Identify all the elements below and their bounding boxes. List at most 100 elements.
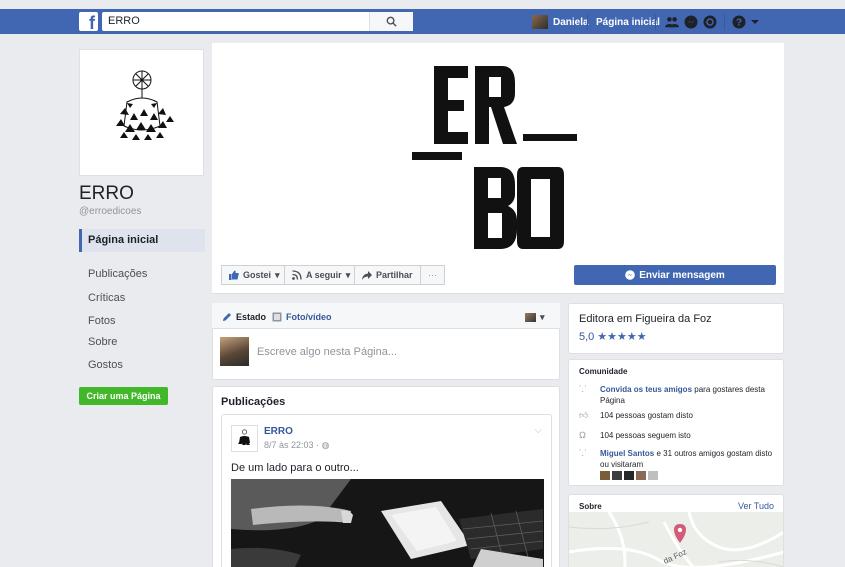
facebook-logo-icon[interactable]: f [79,12,98,31]
sidebar-item-posts[interactable]: Publicações [79,268,205,280]
sidebar-item-likes[interactable]: Gostos [79,359,205,371]
create-page-button[interactable]: Criar uma Página [79,387,168,405]
friends-icon: ⸪ [579,448,587,458]
profile-link[interactable]: Daniela [532,15,589,29]
post-as-selector[interactable]: ▾ [525,312,545,323]
share-label: Partilhar [376,270,413,280]
invite-friends-link[interactable]: Convida os teus amigos [600,385,692,394]
tab-status[interactable]: Estado [222,312,266,322]
search-icon [386,16,397,27]
send-message-button[interactable]: Enviar mensagem [574,265,776,285]
friend-requests-icon[interactable] [665,15,679,29]
profile-illustration-icon [238,429,250,445]
pencil-icon [223,313,231,321]
sidebar-item-photos[interactable]: Fotos [79,315,205,327]
send-message-label: Enviar mensagem [639,269,725,281]
friends-liked-row: ⸪ Miguel Santos e 31 outros amigos gosta… [579,448,780,481]
notifications-icon[interactable] [703,15,717,29]
location-map[interactable]: da Foz [569,512,783,567]
rss-follow-icon [292,270,302,280]
posts-heading: Publicações [221,396,286,408]
star-rating-icon: ★★★★★ [597,331,647,343]
rating-value: 5,0 [579,330,595,343]
chevron-down-icon: ▾ [275,269,280,280]
photo-hands-icon [231,479,544,567]
chevron-down-icon[interactable] [750,15,760,29]
avatar [525,313,536,322]
share-button[interactable]: Partilhar [354,265,421,285]
likes-count-row: 👍︎ 104 pessoas gostam disto [579,410,693,421]
composer-input[interactable]: Escreve algo nesta Página... [257,346,397,358]
like-button[interactable]: Gostei ▾ [221,265,288,285]
friend-avatar[interactable] [648,471,658,481]
sidebar-item-home[interactable]: Página inicial [79,229,205,252]
messenger-icon [625,270,635,280]
sidebar-item-label: Página inicial [88,234,159,246]
sidebar-item-label: Fotos [88,315,116,327]
divider [655,14,656,30]
photo-icon [272,312,282,322]
sidebar-item-reviews[interactable]: Críticas [79,292,205,304]
invite-people-icon: ⸪ [579,384,587,394]
post-timestamp[interactable]: 8/7 às 22:03 · ◍ [264,440,329,451]
divider [724,14,725,30]
page-category: Editora em Figueira da Foz [579,313,712,325]
post-card: ERRO 8/7 às 22:03 · ◍ ⌵ De um lado para … [221,414,552,567]
see-all-link[interactable]: Ver Tudo [738,501,774,511]
svg-text:?: ? [736,18,742,29]
invite-friends-row: ⸪ Convida os teus amigos para gostares d… [579,384,783,406]
search-bar[interactable]: ERRO [102,12,413,31]
home-link[interactable]: Página inicial [596,17,660,28]
composer-tabs: Estado Foto/vídeo ▾ [212,303,560,329]
chevron-down-icon[interactable]: ⌵ [534,425,542,436]
followers-count-row: Ω 104 pessoas seguem isto [579,430,691,441]
composer-input-row[interactable]: Escreve algo nesta Página... [220,337,397,366]
friend-avatar[interactable] [600,471,610,481]
followers-count: 104 pessoas seguem isto [600,431,691,440]
friend-avatar[interactable] [636,471,646,481]
search-button[interactable] [369,12,413,31]
cover-logo-icon [412,66,577,249]
follow-button[interactable]: A seguir ▾ [284,265,359,285]
post-text: De um lado para o outro... [231,462,359,474]
avatar [532,15,548,29]
post-photo[interactable] [231,479,544,567]
friend-avatar[interactable] [612,471,622,481]
chevron-down-icon: ▾ [540,312,545,322]
tab-photo-video[interactable]: Foto/vídeo [272,312,332,322]
sidebar-item-label: Gostos [88,359,123,371]
avatar[interactable] [231,425,258,452]
post-time-text: 8/7 às 22:03 · [264,440,320,450]
like-label: Gostei [243,270,272,280]
thumbs-up-icon: 👍︎ [579,410,589,420]
page-info-card: Editora em Figueira da Foz 5,0 ★★★★★ [568,303,784,354]
page-rating[interactable]: 5,0 ★★★★★ [579,330,647,344]
community-heading: Comunidade [579,367,628,376]
follow-label: A seguir [306,270,342,280]
avatar [220,337,249,366]
profile-picture[interactable] [79,49,204,176]
help-icon[interactable]: ? [732,15,746,29]
chevron-down-icon: ▾ [345,269,351,280]
about-card: Sobre Ver Tudo da Foz [568,494,784,567]
likes-count: 104 pessoas gostam disto [600,411,693,420]
profile-illustration-icon [116,70,174,140]
sidebar-item-label: Críticas [88,292,126,304]
more-button[interactable]: ··· [420,265,445,285]
sidebar-item-label: Sobre [88,336,118,348]
friend-avatar[interactable] [624,471,634,481]
top-bar: f ERRO Daniela Página inicial ? [0,0,845,43]
friend-name-link[interactable]: Miguel Santos [600,449,654,458]
divider [587,14,588,30]
cover-photo[interactable] [212,43,784,257]
post-author[interactable]: ERRO [264,426,293,437]
about-heading: Sobre [579,502,602,511]
page-username: @erroedicoes [79,206,142,217]
thumbs-up-icon [229,270,239,280]
search-input[interactable]: ERRO [102,12,369,31]
page-title: ERRO [79,183,134,204]
messages-icon[interactable] [684,15,698,29]
sidebar-item-about[interactable]: Sobre [79,336,205,348]
rss-follow-icon: Ω [579,430,586,440]
sidebar-item-label: Publicações [88,268,148,280]
